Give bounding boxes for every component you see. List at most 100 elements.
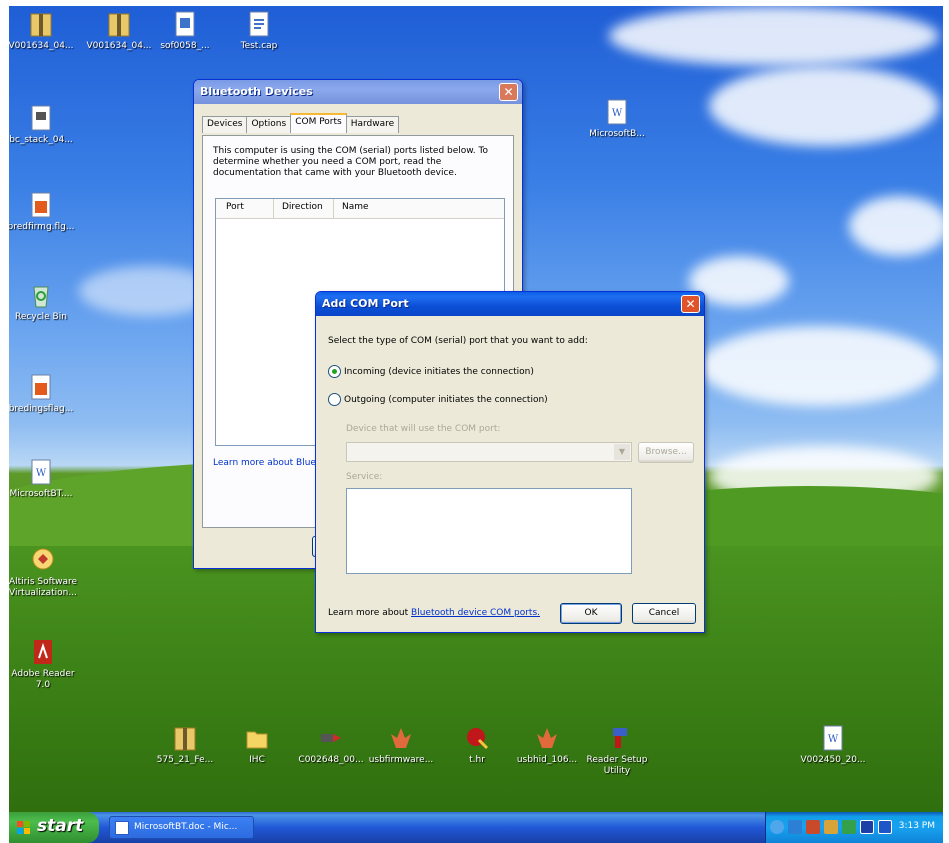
desktop-icon-zip[interactable]: V001634_04... [9, 10, 81, 52]
bt-learn-more-link[interactable]: Learn more about Blueto [213, 458, 325, 468]
column-name[interactable]: Name [334, 199, 504, 218]
device-label: Device that will use the COM port: [346, 424, 501, 434]
service-label: Service: [346, 472, 383, 482]
recycle-bin-icon [33, 286, 49, 308]
system-tray: 3:13 PM [765, 812, 943, 843]
cloud [609, 6, 939, 66]
bt-tabs: Devices Options COM Ports Hardware [202, 113, 400, 133]
zip-folder-icon [174, 727, 196, 751]
desktop-icon-recycle-bin[interactable]: Recycle Bin [9, 281, 81, 323]
desktop-icon-app[interactable]: bredingsflag... [9, 373, 81, 415]
usbhid-app-icon [537, 728, 557, 748]
desktop-icon-adobe[interactable]: Adobe Reader 7.0 [9, 638, 83, 691]
file-icon [249, 11, 269, 37]
browse-button[interactable]: Browse... [638, 442, 694, 463]
dialog-learn-more: Learn more about Bluetooth device COM po… [328, 608, 540, 618]
clock[interactable]: 3:13 PM [899, 821, 935, 831]
column-port[interactable]: Port [216, 199, 274, 218]
dialog-prompt: Select the type of COM (serial) port tha… [328, 336, 588, 346]
tray-collapse-icon[interactable] [770, 820, 784, 834]
tab-hardware[interactable]: Hardware [345, 116, 400, 133]
svg-text:W: W [828, 734, 839, 745]
start-label: start [37, 816, 84, 836]
start-button[interactable]: start [9, 812, 99, 843]
desktop-icon-app[interactable]: bredfirmg.flg... [9, 191, 81, 233]
windows-logo-icon [17, 820, 31, 834]
word-document-icon [115, 821, 129, 835]
desktop-icon-zip[interactable]: 575_21_Fe... [145, 724, 225, 766]
folder-icon [246, 731, 268, 749]
tray-display-icon[interactable] [860, 820, 874, 834]
dialog-close-button[interactable]: ✕ [681, 295, 700, 313]
desktop-icon-word[interactable]: W V002450_20... [793, 724, 873, 766]
bt-close-button[interactable]: ✕ [499, 83, 518, 101]
ok-button[interactable]: OK [560, 603, 622, 624]
learn-more-prefix: Learn more about [328, 608, 412, 618]
icon-label: bc_stack_04... [9, 135, 73, 145]
taskbar: start MicrosoftBT.doc - Mic... 3:13 PM [9, 812, 943, 843]
dialog-title[interactable]: Add COM Port [316, 292, 704, 316]
incoming-radio[interactable] [328, 365, 341, 378]
document-icon [175, 11, 195, 37]
word-document-icon: W [31, 459, 51, 485]
add-com-port-dialog: Add COM Port ✕ Select the type of COM (s… [315, 291, 705, 633]
list-header: Port Direction Name [216, 199, 504, 219]
icon-label: Altiris Software Virtualization... [9, 577, 78, 598]
icon-label: bredingsflag... [9, 404, 74, 414]
tab-devices[interactable]: Devices [202, 116, 248, 133]
outgoing-option[interactable]: Outgoing (computer initiates the connect… [328, 393, 548, 406]
learn-more-link[interactable]: Bluetooth device COM ports. [411, 608, 540, 618]
zip-folder-icon [30, 13, 52, 37]
bt-window-title[interactable]: Bluetooth Devices [194, 80, 522, 104]
cancel-button[interactable]: Cancel [632, 603, 696, 624]
tray-security-icon[interactable] [842, 820, 856, 834]
document-icon [31, 105, 51, 131]
desktop-icon-doc[interactable]: sof0058_... [145, 10, 225, 52]
desktop-icon-app[interactable]: t.hr [437, 724, 517, 766]
column-direction[interactable]: Direction [274, 199, 334, 218]
taskbar-item-word[interactable]: MicrosoftBT.doc - Mic... [109, 816, 254, 839]
icon-label: IHC [249, 755, 265, 765]
incoming-label: Incoming (device initiates the connectio… [344, 366, 534, 377]
svg-text:W: W [612, 108, 623, 119]
incoming-option[interactable]: Incoming (device initiates the connectio… [328, 365, 534, 378]
bt-description: This computer is using the COM (serial) … [213, 146, 489, 178]
tab-options[interactable]: Options [246, 116, 292, 133]
bluetooth-icon[interactable] [788, 820, 802, 834]
icon-label: C002648_00... [298, 755, 364, 765]
icon-label: MicrosoftB... [589, 129, 645, 139]
desktop-icon-word[interactable]: W MicrosoftB... [577, 98, 657, 140]
icon-label: Recycle Bin [15, 312, 67, 322]
tray-app-icon[interactable] [806, 820, 820, 834]
cloud [709, 66, 939, 146]
icon-label: usbfirmware... [368, 755, 434, 765]
desktop-icon-altiris[interactable]: Altiris Software Virtualization... [9, 546, 83, 599]
adobe-reader-icon [34, 640, 52, 664]
outgoing-radio[interactable] [328, 393, 341, 406]
firmware-app-icon [391, 728, 411, 748]
icon-label: Adobe Reader 7.0 [11, 669, 75, 690]
svg-text:W: W [36, 468, 47, 479]
desktop-icon-exe[interactable]: C002648_00... [291, 724, 371, 766]
desktop-icon-doc[interactable]: bc_stack_04... [9, 104, 81, 146]
task-item-label: MicrosoftBT.doc - Mic... [134, 822, 238, 832]
desktop-icon-app[interactable]: usbfirmware... [361, 724, 441, 766]
tray-volume-icon[interactable] [878, 820, 892, 834]
desktop: V001634_04... V001634_04... sof0058_... … [9, 6, 943, 812]
desktop-icon-app[interactable]: usbhid_106... [507, 724, 587, 766]
device-select[interactable]: ▼ [346, 442, 632, 462]
desktop-icon-folder[interactable]: IHC [217, 724, 297, 766]
icon-label: MicrosoftBT.... [9, 489, 73, 499]
tab-com-ports[interactable]: COM Ports [290, 113, 347, 133]
service-field[interactable] [346, 488, 632, 574]
desktop-icon-setup[interactable]: Reader Setup Utility [577, 724, 657, 777]
desktop-icon-file[interactable]: Test.cap [219, 10, 299, 52]
bt-learn-more: Learn more about Blueto [213, 458, 325, 468]
tray-network-icon[interactable] [824, 820, 838, 834]
icon-label: V002450_20... [800, 755, 866, 765]
red-app-icon [467, 728, 489, 750]
radio-dot [332, 369, 337, 374]
word-document-icon: W [607, 99, 627, 125]
desktop-icon-word[interactable]: W MicrosoftBT.... [9, 458, 81, 500]
word-document-icon: W [823, 725, 843, 751]
